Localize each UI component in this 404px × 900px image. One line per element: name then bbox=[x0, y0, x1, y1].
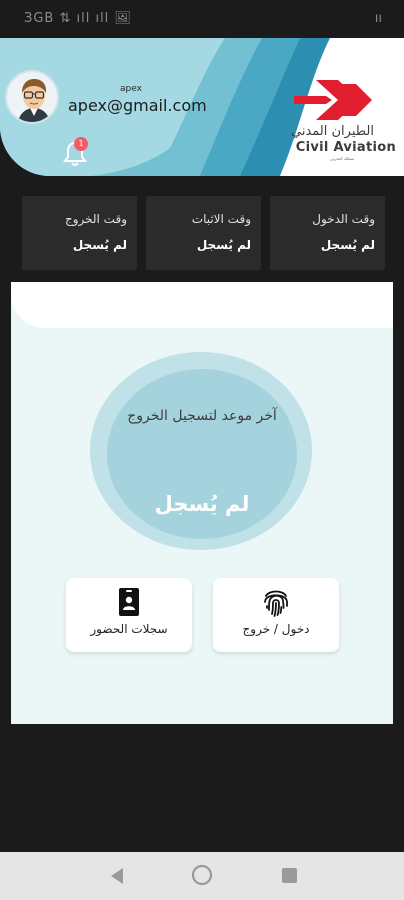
logo-tagline: مملكة البحرين bbox=[330, 156, 354, 161]
checkin-time-card: وقت الدخول لم يُسجل bbox=[270, 196, 385, 270]
attendance-records-label: سجلات الحضور bbox=[90, 622, 168, 636]
user-email: apex@gmail.com bbox=[68, 96, 207, 115]
status-label: آخر موعد لتسجيل الخروج bbox=[127, 408, 277, 424]
user-name: apex bbox=[120, 84, 142, 94]
civil-aviation-logo: الطيران المدني Civil Aviation مملكة البح… bbox=[286, 76, 396, 161]
fingerprint-icon bbox=[264, 590, 288, 617]
recents-icon[interactable] bbox=[281, 867, 298, 884]
checkin-checkout-label: دخول / خروج bbox=[242, 622, 310, 636]
avatar[interactable] bbox=[5, 70, 59, 124]
logo-chevron-icon bbox=[294, 80, 372, 120]
notification-badge: 1 bbox=[74, 137, 88, 151]
logo-arabic-text: الطيران المدني bbox=[291, 124, 374, 139]
card-value: لم يُسجل bbox=[72, 238, 127, 252]
panel-top-curve bbox=[11, 282, 393, 328]
logo-english-text: Civil Aviation bbox=[295, 140, 396, 155]
profile-header: apex apex@gmail.com 1 الطيران المدني Civ… bbox=[0, 38, 404, 176]
system-nav-bar bbox=[0, 852, 404, 900]
attendance-panel: آخر موعد لتسجيل الخروج لم يُسجل دخول / خ… bbox=[11, 282, 393, 724]
card-title: وقت الخروج bbox=[64, 212, 127, 226]
status-circle: آخر موعد لتسجيل الخروج لم يُسجل bbox=[107, 369, 297, 539]
status-value: لم يُسجل bbox=[154, 492, 250, 516]
status-icons-right: ıı bbox=[374, 11, 382, 26]
time-cards: وقت الدخول لم يُسجل وقت الاثبات لم يُسجل… bbox=[21, 196, 385, 270]
verify-time-card: وقت الاثبات لم يُسجل bbox=[146, 196, 261, 270]
checkin-checkout-button[interactable]: دخول / خروج bbox=[213, 578, 339, 652]
card-value: لم يُسجل bbox=[196, 238, 251, 252]
attendance-records-button[interactable]: سجلات الحضور bbox=[66, 578, 192, 652]
card-title: وقت الدخول bbox=[312, 212, 375, 226]
card-title: وقت الاثبات bbox=[191, 212, 251, 226]
status-icons-left: ЗGB ⇅ ıll ıll 🖼 bbox=[24, 11, 132, 26]
checkout-time-card: وقت الخروج لم يُسجل bbox=[22, 196, 137, 270]
card-value: لم يُسجل bbox=[320, 238, 375, 252]
back-icon[interactable] bbox=[108, 866, 126, 886]
status-bar: ЗGB ⇅ ıll ıll 🖼 ıı bbox=[0, 0, 404, 38]
home-icon[interactable] bbox=[191, 864, 213, 886]
id-badge-icon bbox=[119, 588, 139, 616]
